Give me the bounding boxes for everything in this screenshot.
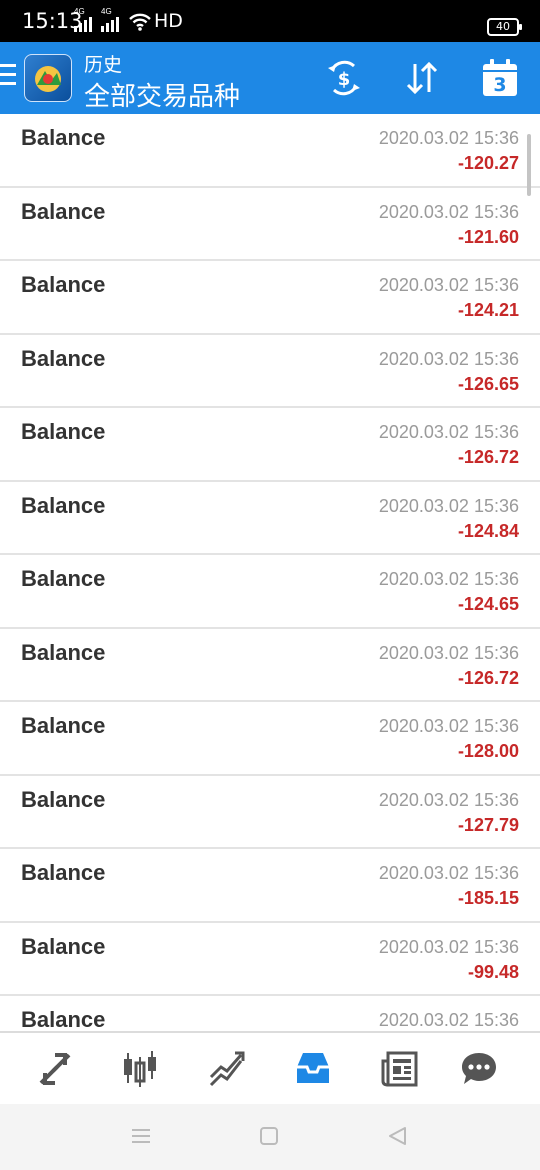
history-row[interactable]: Balance 2020.03.02 15:36 -124.84 [0,482,540,555]
history-item-amount: -124.65 [457,594,519,614]
history-item-date: 2020.03.02 15:36 [378,789,519,810]
history-item-name: Balance [21,786,106,812]
currency-exchange-icon[interactable]: $ [322,56,366,100]
history-item-date: 2020.03.02 15:36 [378,1010,519,1030]
wifi-icon [129,13,151,31]
quotes-icon[interactable] [31,1045,79,1093]
history-row[interactable]: Balance 2020.03.02 15:36 -121.60 [0,188,540,261]
history-row[interactable]: Balance 2020.03.02 15:36 -127.79 [0,776,540,849]
history-row[interactable]: Balance 2020.03.02 15:36 -128.00 [0,702,540,776]
history-item-name: Balance [21,492,106,518]
calendar-icon[interactable]: 3 [478,56,522,100]
history-icon[interactable] [289,1045,337,1093]
history-item-amount: -126.72 [457,667,519,688]
chart-icon[interactable] [116,1045,164,1093]
history-row[interactable]: Balance 2020.03.02 15:36 -120.27 [0,114,540,188]
history-item-amount: -121.60 [457,226,519,247]
history-item-amount: -99.48 [467,961,519,982]
history-item-date: 2020.03.02 15:36 [378,716,519,736]
back-icon[interactable] [387,1126,407,1146]
history-item-date: 2020.03.02 15:36 [378,495,519,516]
history-row[interactable]: Balance 2020.03.02 15:36 -126.72 [0,408,540,482]
history-row[interactable]: Balance 2020.03.02 15:36 -124.21 [0,261,540,335]
history-item-date: 2020.03.02 15:36 [378,128,519,148]
signal-icon-2: 4G [101,7,119,32]
bottom-nav [0,1031,540,1104]
history-item-amount: -128.00 [457,741,519,761]
signal-icon: 4G [74,7,92,32]
chat-icon[interactable] [455,1045,503,1093]
history-item-name: Balance [21,419,106,444]
history-row[interactable]: Balance 2020.03.02 15:36 -99.48 [0,923,540,996]
history-row[interactable]: Balance 2020.03.02 15:36 -126.72 [0,629,540,702]
trade-icon[interactable] [203,1045,251,1093]
app-bar: 历史 全部交易品种 $ 3 [0,42,540,114]
home-icon[interactable] [259,1126,279,1146]
history-item-name: Balance [21,860,106,885]
history-item-name: Balance [21,198,106,224]
history-item-amount: -126.65 [457,373,519,394]
history-item-name: Balance [21,272,106,297]
history-row[interactable]: Balance 2020.03.02 15:36 -124.65 [0,555,540,629]
page-title[interactable]: 全部交易品种 [84,76,240,113]
status-bar: 15:13 4G 4G HD 40 [0,0,540,42]
history-item-name: Balance [21,639,106,665]
history-item-date: 2020.03.02 15:36 [378,275,519,295]
history-item-date: 2020.03.02 15:36 [378,201,519,222]
history-item-name: Balance [21,566,106,591]
history-item-name: Balance [21,713,106,738]
menu-icon[interactable] [0,64,16,88]
history-item-name: Balance [21,933,106,959]
history-item-date: 2020.03.02 15:36 [378,863,519,883]
history-item-name: Balance [21,1007,106,1031]
history-item-amount: -126.72 [457,447,519,467]
history-item-date: 2020.03.02 15:36 [378,569,519,589]
history-item-name: Balance [21,125,106,150]
history-item-date: 2020.03.02 15:36 [378,642,519,663]
network-label: HD [154,10,183,32]
scrollbar[interactable] [527,134,531,196]
history-item-amount: -124.84 [457,520,519,541]
history-item-date: 2020.03.02 15:36 [378,348,519,369]
app-logo-icon[interactable] [24,54,72,102]
history-item-amount: -127.79 [457,814,519,835]
history-row[interactable]: Balance 2020.03.02 15:36 [0,996,540,1031]
battery-icon: 40 [487,18,522,36]
history-item-amount: -120.27 [457,153,519,173]
history-row[interactable]: Balance 2020.03.02 15:36 -126.65 [0,335,540,408]
page-title-small: 历史 [84,55,123,76]
history-item-amount: -124.21 [457,300,519,320]
svg-text:$: $ [338,69,351,90]
system-nav-bar [0,1104,540,1170]
calendar-day: 3 [493,74,506,96]
history-list[interactable]: Balance 2020.03.02 15:36 -120.27 Balance 202… [0,114,540,1031]
history-item-date: 2020.03.02 15:36 [378,422,519,442]
history-row[interactable]: Balance 2020.03.02 15:36 -185.15 [0,849,540,923]
sort-icon[interactable] [400,56,444,100]
news-icon[interactable] [376,1045,424,1093]
signal-label-2: 4G [101,7,112,16]
history-item-amount: -185.15 [457,888,519,908]
signal-label: 4G [74,7,85,16]
history-item-name: Balance [21,345,106,371]
recent-apps-icon[interactable] [131,1126,151,1146]
history-item-date: 2020.03.02 15:36 [378,936,519,957]
